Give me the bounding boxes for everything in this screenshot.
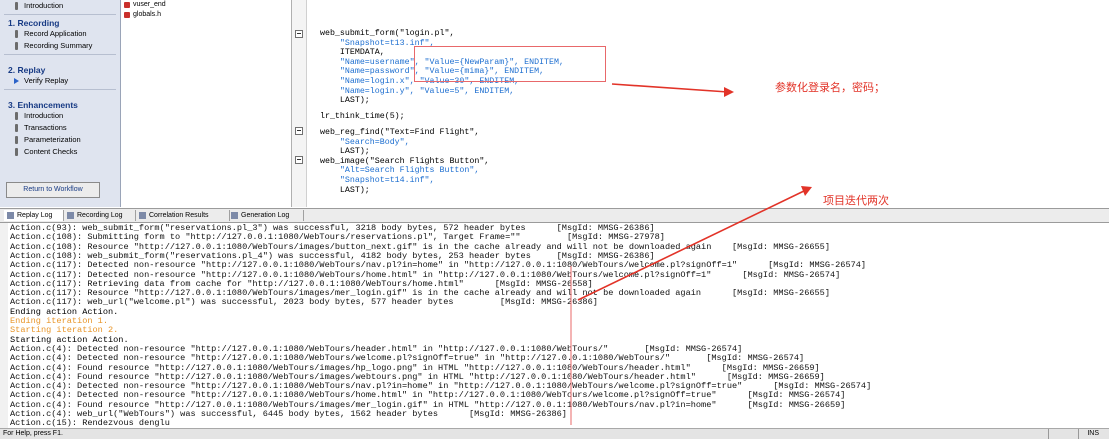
highlight-box	[414, 46, 606, 82]
workflow-item-introduction[interactable]: Introduction	[0, 110, 120, 122]
log-line: Action.c(15): Rendezvous denglu	[10, 418, 170, 428]
intro-section: Introduction	[0, 0, 120, 17]
code-line: web_reg_find("Text=Find Flight",	[320, 128, 480, 137]
code-line: "Snapshot=t14.inf",	[320, 176, 435, 185]
status-bar: For Help, press F1. INS	[0, 428, 1109, 439]
annotation-parameterize: 参数化登录名，密码；	[775, 81, 885, 94]
code-line: LAST);	[320, 147, 370, 157]
workflow-item-record-application[interactable]: Record Application	[0, 28, 120, 40]
code-line: web_image("Search Flights Button",	[320, 156, 490, 166]
tab-replay-log[interactable]: Replay Log	[4, 210, 64, 221]
return-to-workflow-button[interactable]: Return to Workflow	[6, 182, 100, 198]
code-line: LAST);	[320, 185, 370, 195]
log-icon	[67, 212, 74, 219]
tab-label: Correlation Results	[149, 212, 209, 219]
file-icon	[124, 12, 130, 18]
workflow-item-parameterization[interactable]: Parameterization	[0, 134, 120, 146]
code-line: LAST);	[320, 96, 370, 106]
code-line: "Name=login.y", "Value=5", ENDITEM,	[320, 86, 515, 96]
workflow-item-label: Parameterization	[24, 135, 81, 144]
code-editor[interactable]: web_submit_form("login.pl", "Snapshot=t1…	[307, 0, 1109, 207]
workflow-panel: Introduction 1. Recording Record Applica…	[0, 0, 121, 207]
tab-label: Generation Log	[241, 212, 290, 219]
editor-gutter	[292, 0, 307, 207]
workflow-item-label: Verify Replay	[24, 76, 69, 85]
step-icon	[15, 2, 18, 10]
workflow-item-label: Transactions	[24, 123, 67, 132]
step-icon	[15, 112, 18, 120]
annotation-iterate: 项目迭代两次	[823, 194, 889, 207]
file-item-globals[interactable]: globals.h	[121, 10, 291, 20]
tab-correlation-results[interactable]: Correlation Results	[136, 210, 230, 221]
log-icon	[7, 212, 14, 219]
tab-label: Recording Log	[77, 212, 123, 219]
collapse-icon[interactable]	[295, 30, 303, 38]
correlation-icon	[139, 212, 146, 219]
code-line: web_submit_form("login.pl",	[320, 29, 455, 38]
workflow-item-verify-replay[interactable]: Verify Replay	[0, 75, 120, 87]
workflow-item-recording-summary[interactable]: Recording Summary	[0, 40, 120, 52]
step-icon	[15, 124, 18, 132]
log-gutter	[0, 223, 8, 428]
step-icon	[15, 30, 18, 38]
code-line: lr_think_time(5);	[320, 112, 405, 121]
step-icon	[15, 136, 18, 144]
workflow-item-label: Content Checks	[24, 147, 78, 156]
tab-recording-log[interactable]: Recording Log	[64, 210, 136, 221]
file-label: globals.h	[133, 11, 162, 18]
script-files-list: vuser_end globals.h	[121, 0, 292, 207]
step-icon	[15, 42, 18, 50]
output-tabs: Replay Log Recording Log Correlation Res…	[0, 208, 1109, 223]
step-icon	[15, 148, 18, 156]
section-title: 2. Replay	[8, 65, 46, 75]
code-line: "Search=Body",	[320, 137, 410, 147]
code-line: ITEMDATA,	[320, 48, 385, 58]
log-icon	[231, 212, 238, 219]
tab-label: Replay Log	[17, 212, 53, 219]
divider	[4, 89, 116, 90]
workflow-item-label: Introduction	[24, 111, 64, 120]
workflow-item-label: Recording Summary	[24, 41, 93, 50]
divider	[4, 54, 116, 55]
arrow-icon	[14, 78, 19, 84]
section-title: 1. Recording	[8, 18, 60, 28]
workflow-item-transactions[interactable]: Transactions	[0, 122, 120, 134]
workflow-item-label: Record Application	[24, 29, 87, 38]
section-replay: 2. Replay Verify Replay	[0, 65, 120, 92]
workflow-item-label: Introduction	[24, 1, 64, 10]
replay-log-output[interactable]: Action.c(93): web_submit_form("reservati…	[0, 223, 1109, 428]
workflow-item-introduction[interactable]: Introduction	[0, 0, 120, 12]
file-label: vuser_end	[133, 1, 166, 8]
section-enhancements: 3. Enhancements Introduction Transaction…	[0, 100, 120, 158]
collapse-icon[interactable]	[295, 156, 303, 164]
code-line: "Alt=Search Flights Button",	[320, 166, 480, 176]
collapse-icon[interactable]	[295, 127, 303, 135]
section-title: 3. Enhancements	[8, 100, 78, 110]
divider	[4, 14, 116, 15]
file-item-vuser-end[interactable]: vuser_end	[121, 0, 291, 10]
file-icon	[124, 2, 130, 8]
tab-generation-log[interactable]: Generation Log	[228, 210, 304, 221]
section-recording: 1. Recording Record Application Recordin…	[0, 18, 120, 57]
workflow-item-content-checks[interactable]: Content Checks	[0, 146, 120, 158]
